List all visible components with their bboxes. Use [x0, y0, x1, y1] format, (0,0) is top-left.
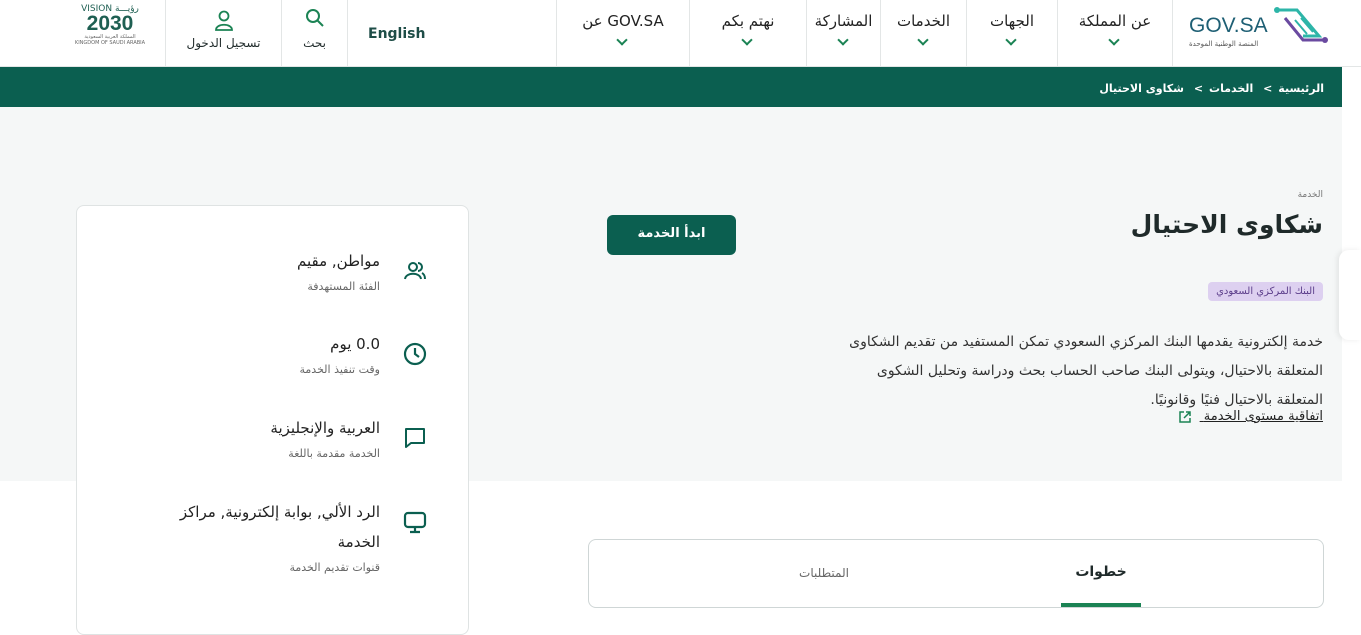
nav-label: الجهات — [989, 12, 1035, 30]
language-label: English — [368, 26, 426, 42]
govsa-logo[interactable]: GOV.SA المنصة الوطنية الموحدة — [1172, 0, 1342, 67]
nav-item-about-kingdom[interactable]: عن المملكة — [1057, 0, 1172, 67]
tab-label: خطوات — [1075, 564, 1127, 580]
info-label: الخدمة مقدمة باللغة — [288, 447, 380, 460]
start-service-button[interactable]: ابدأ الخدمة — [607, 215, 736, 255]
external-link-icon — [1178, 410, 1191, 423]
logo-subtitle: المنصة الوطنية الموحدة — [1189, 40, 1259, 48]
chevron-down-icon — [616, 34, 628, 46]
nav-label: المشاركة — [814, 12, 873, 30]
breadcrumb-home[interactable]: الرئيسية — [1278, 82, 1324, 95]
nav-label: نهتم بكم — [721, 12, 775, 30]
chevron-down-icon — [1108, 34, 1120, 46]
info-value: الرد الألي, بوابة إلكترونية, مراكز الخدم… — [179, 503, 380, 551]
info-target-audience: مواطن, مقيم الفئة المستهدفة — [297, 246, 380, 293]
breadcrumb: الرئيسية > الخدمات > شكاوى الاحتيال — [0, 67, 1342, 107]
sla-link-label: اتفاقية مستوى الخدمة — [1203, 409, 1323, 424]
users-icon — [404, 262, 426, 280]
top-navbar: GOV.SA المنصة الوطنية الموحدة عن المملكة… — [0, 0, 1361, 67]
info-value: العربية والإنجليزية — [270, 419, 380, 437]
nav-label: عن GOV.SA — [582, 12, 664, 30]
nav-item-services[interactable]: الخدمات — [880, 0, 966, 67]
login-label: تسجيل الدخول — [186, 36, 261, 50]
vision-number: 2030 — [86, 12, 134, 35]
info-language: العربية والإنجليزية الخدمة مقدمة باللغة — [270, 413, 380, 460]
chat-icon — [405, 428, 425, 448]
chevron-down-icon — [836, 34, 849, 46]
nav-label: عن المملكة — [1078, 12, 1152, 30]
info-duration: 0.0 يوم وقت تنفيذ الخدمة — [300, 329, 380, 376]
nav-label: الخدمات — [896, 12, 951, 30]
search-button[interactable]: بحث — [281, 0, 347, 67]
info-label: وقت تنفيذ الخدمة — [299, 363, 380, 376]
info-label: الفئة المستهدفة — [307, 280, 380, 293]
active-tab-indicator — [1061, 603, 1141, 607]
search-label: بحث — [303, 36, 326, 50]
service-description: خدمة إلكترونية يقدمها البنك المركزي السع… — [849, 334, 1323, 408]
info-value: مواطن, مقيم — [297, 252, 380, 270]
nav-item-we-care[interactable]: نهتم بكم — [689, 0, 806, 67]
breadcrumb-separator: > — [1193, 82, 1204, 95]
chevron-down-icon — [916, 34, 929, 46]
provider-badge[interactable]: البنك المركزي السعودي — [1208, 282, 1323, 301]
sla-link[interactable]: اتفاقية مستوى الخدمة — [1178, 409, 1323, 424]
info-value: 0.0 يوم — [330, 335, 380, 353]
tab-steps[interactable]: خطوات — [1061, 540, 1141, 607]
search-icon — [306, 9, 324, 27]
clock-icon — [403, 342, 427, 366]
service-info-card: مواطن, مقيم الفئة المستهدفة 0.0 يوم وقت تن… — [76, 205, 469, 635]
service-tabs: خطوات المتطلبات — [588, 539, 1324, 608]
chevron-down-icon — [1005, 34, 1017, 46]
nav-item-agencies[interactable]: الجهات — [966, 0, 1057, 67]
logo-text: GOV.SA — [1189, 14, 1268, 37]
info-label: قنوات تقديم الخدمة — [289, 561, 380, 574]
monitor-icon — [403, 511, 427, 534]
nav-item-about-govsa[interactable]: عن GOV.SA — [556, 0, 689, 67]
vision-sub-en: KINGDOM OF SAUDI ARABIA — [74, 40, 146, 46]
nav-item-participation[interactable]: المشاركة — [806, 0, 880, 67]
side-feedback-tab[interactable] — [1339, 250, 1361, 340]
tab-requirements[interactable]: المتطلبات — [779, 540, 869, 607]
user-icon — [215, 10, 233, 31]
vision-2030-logo: VISION رؤيـــة 2030 المملكة العربية السع… — [70, 4, 150, 56]
breadcrumb-services[interactable]: الخدمات — [1209, 82, 1253, 95]
tab-label: المتطلبات — [799, 566, 849, 580]
page-title: شكاوى الاحتيال — [1130, 210, 1323, 239]
govsa-logo-icon — [1274, 7, 1328, 43]
chevron-down-icon — [741, 34, 753, 46]
breadcrumb-separator: > — [1263, 82, 1273, 95]
breadcrumb-current: شكاوى الاحتيال — [1099, 82, 1184, 95]
info-channels: الرد الألي, بوابة إلكترونية, مراكز الخدم… — [165, 497, 380, 574]
language-switch[interactable]: English — [347, 0, 556, 67]
login-button[interactable]: تسجيل الدخول — [165, 0, 281, 67]
service-eyebrow: الخدمة — [1297, 190, 1323, 200]
